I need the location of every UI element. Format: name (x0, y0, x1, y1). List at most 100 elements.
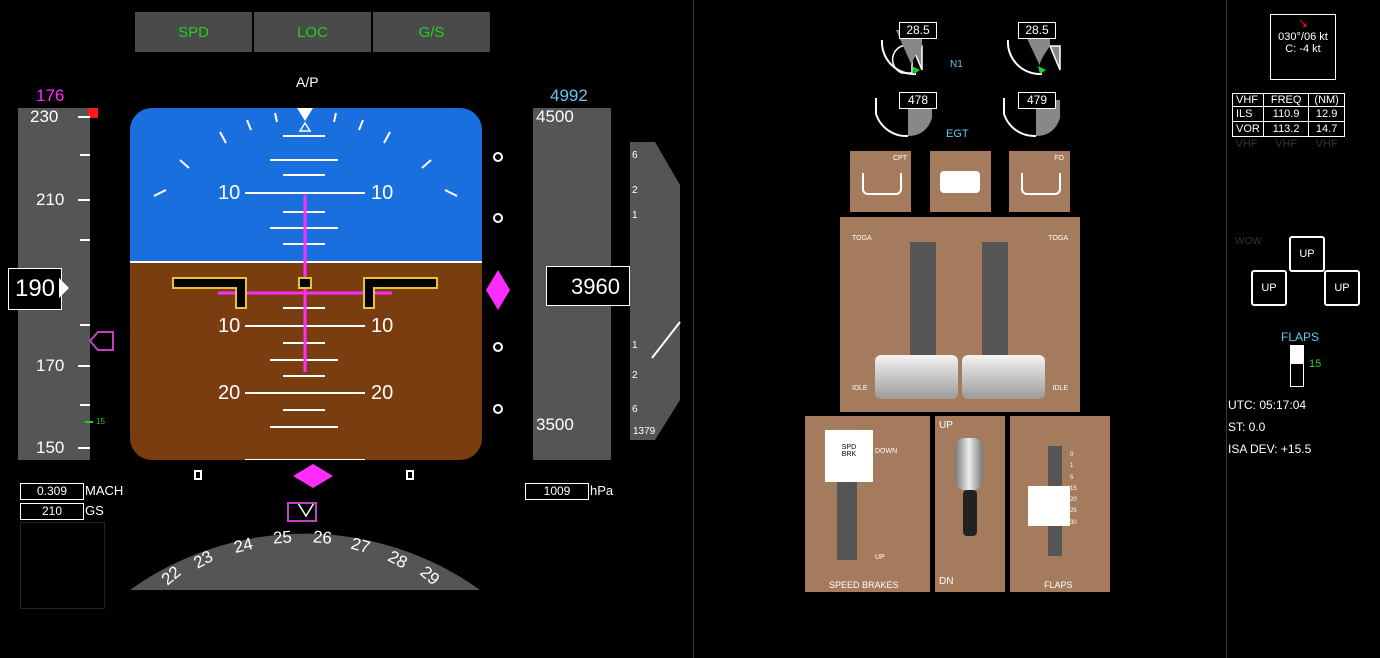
radio-cell: VOR (1232, 121, 1264, 137)
radio-row: ILS 110.9 12.9 (1232, 106, 1345, 122)
altitude-tick-label: 4500 (536, 107, 574, 126)
baro-setting[interactable]: 1009 (525, 483, 589, 500)
speed-tick-label: 230 (30, 107, 59, 126)
vsi-label: 1 (632, 210, 638, 221)
altitude-tick-label: 3500 (536, 415, 574, 434)
egt-right-value: 479 (1018, 92, 1056, 109)
heading-label: 25 (272, 527, 293, 548)
nose-gear-indicator: UP (1289, 236, 1325, 272)
flap-speed-marker: 15 (96, 417, 105, 426)
isa-deviation: ISA DEV: +15.5 (1228, 442, 1312, 456)
radio-header: FREQ (1262, 93, 1310, 107)
utc-time: UTC: 05:17:04 (1228, 398, 1307, 412)
flaps-indicator-label: FLAPS (1281, 330, 1320, 344)
wow-label: WOW (1235, 236, 1262, 247)
speed-bug-icon (88, 331, 114, 351)
gear-up-label: UP (939, 420, 953, 431)
gear-handle[interactable] (955, 438, 983, 490)
idle-left-label: IDLE (852, 385, 868, 392)
left-gear-indicator: UP (1251, 270, 1287, 306)
groundspeed-value: 210 (20, 503, 84, 520)
flaps-indicator-value: 15 (1309, 358, 1322, 370)
radio-header-row: VHF FREQ (NM) (1232, 93, 1345, 107)
localizer-diamond-icon (293, 464, 333, 488)
flaps-detent: 5 (1070, 474, 1074, 481)
altitude-target: 4992 (550, 86, 588, 105)
pitch-label: 10 (371, 182, 394, 204)
panel-divider (693, 0, 694, 658)
speedbrake-handle[interactable]: SPD BRK (825, 430, 873, 482)
first-officer-panel[interactable]: FO (1009, 151, 1070, 212)
mach-value: 0.309 (20, 483, 84, 500)
pitch-label: 10 (371, 315, 394, 337)
current-speed-box: 190 (8, 268, 62, 310)
radio-cell: ILS (1232, 106, 1264, 122)
egt-left-value: 478 (899, 92, 937, 109)
throttle-slot-right (982, 242, 1008, 372)
glideslope-diamond-icon (486, 270, 510, 310)
flaps-indicator-bar (1290, 345, 1304, 387)
captain-switch-icon (862, 173, 902, 195)
wind-direction-speed: 030°/06 kt (1278, 31, 1328, 43)
radio-cell: 113.2 (1262, 121, 1310, 137)
pitch-label: 10 (218, 182, 241, 204)
n1-label: N1 (950, 59, 963, 70)
attitude-indicator (130, 108, 482, 460)
flaps-lever-panel: 0 1 5 15 20 25 30 FLAPS (1010, 416, 1110, 592)
speedbrake-down-label: DOWN (875, 448, 898, 455)
radio-ghost: VHF (1235, 138, 1258, 150)
altitude-thousands: 39 (571, 274, 596, 299)
radio-cell: 12.9 (1308, 106, 1345, 122)
right-gear-indicator: UP (1324, 270, 1360, 306)
vsi-value: 1379 (633, 426, 656, 437)
vsi-label: 6 (632, 404, 638, 415)
flaps-detent-list: 0 1 5 15 20 25 30 (1070, 450, 1077, 529)
egt-label: EGT (946, 128, 969, 140)
radio-ghost: VHF (1275, 138, 1298, 150)
throttle-lever-right[interactable] (962, 355, 1045, 399)
captain-panel[interactable]: CPT (850, 151, 911, 212)
vsi-label: 6 (632, 150, 638, 161)
fo-switch-icon (1021, 173, 1061, 195)
speedbrake-up-label: UP (875, 554, 885, 561)
wind-crosswind: C: -4 kt (1285, 43, 1321, 55)
vsi-label: 2 (632, 185, 638, 196)
pitch-label: 10 (218, 315, 241, 337)
toga-right-label: TOGA (1048, 235, 1068, 242)
flaps-detent: 15 (1070, 485, 1077, 492)
radio-header: (NM) (1308, 93, 1345, 107)
sim-time: ST: 0.0 (1228, 420, 1266, 434)
current-altitude-box: 3960 (546, 266, 630, 306)
gear-handle-stem (963, 490, 977, 536)
panel-divider (1226, 0, 1227, 658)
heading-label: 26 (312, 527, 333, 548)
wind-arrow-icon: ↘ (1297, 16, 1309, 30)
speed-pointer-icon (59, 278, 69, 298)
baro-unit-label: hPa (590, 483, 614, 498)
vsi-label: 1 (632, 340, 638, 351)
radio-ghost: VHF (1315, 138, 1338, 150)
radio-row: VOR 113.2 14.7 (1232, 121, 1345, 137)
speedbrake-slot (837, 482, 857, 560)
radio-header: VHF (1232, 93, 1264, 107)
n1-right-value: 28.5 (1018, 22, 1056, 39)
center-panel[interactable] (930, 151, 991, 212)
flaps-lever-title: FLAPS (1044, 580, 1073, 590)
flaps-detent: 0 (1070, 452, 1074, 458)
gear-lever-panel: UP DN (935, 416, 1005, 592)
flaps-handle[interactable] (1028, 486, 1070, 526)
center-switch-icon (940, 171, 980, 193)
speedbrake-handle-label: SPD (841, 444, 857, 451)
mach-label: MACH (85, 483, 124, 498)
vsi-label: 2 (632, 370, 638, 381)
throttle-lever-left[interactable] (875, 355, 958, 399)
captain-label: CPT (893, 155, 907, 162)
radio-cell: 14.7 (1308, 121, 1345, 137)
flaps-indicator-fill (1291, 346, 1303, 364)
toga-left-label: TOGA (852, 235, 872, 242)
altitude-roll-digits: 60 (595, 274, 620, 299)
speed-tick-label: 210 (36, 190, 65, 209)
idle-right-label: IDLE (1052, 385, 1068, 392)
speed-tick-label: 150 (36, 438, 65, 457)
radio-table: VHF FREQ (NM) ILS 110.9 12.9 VOR 113.2 1… (1232, 93, 1345, 151)
